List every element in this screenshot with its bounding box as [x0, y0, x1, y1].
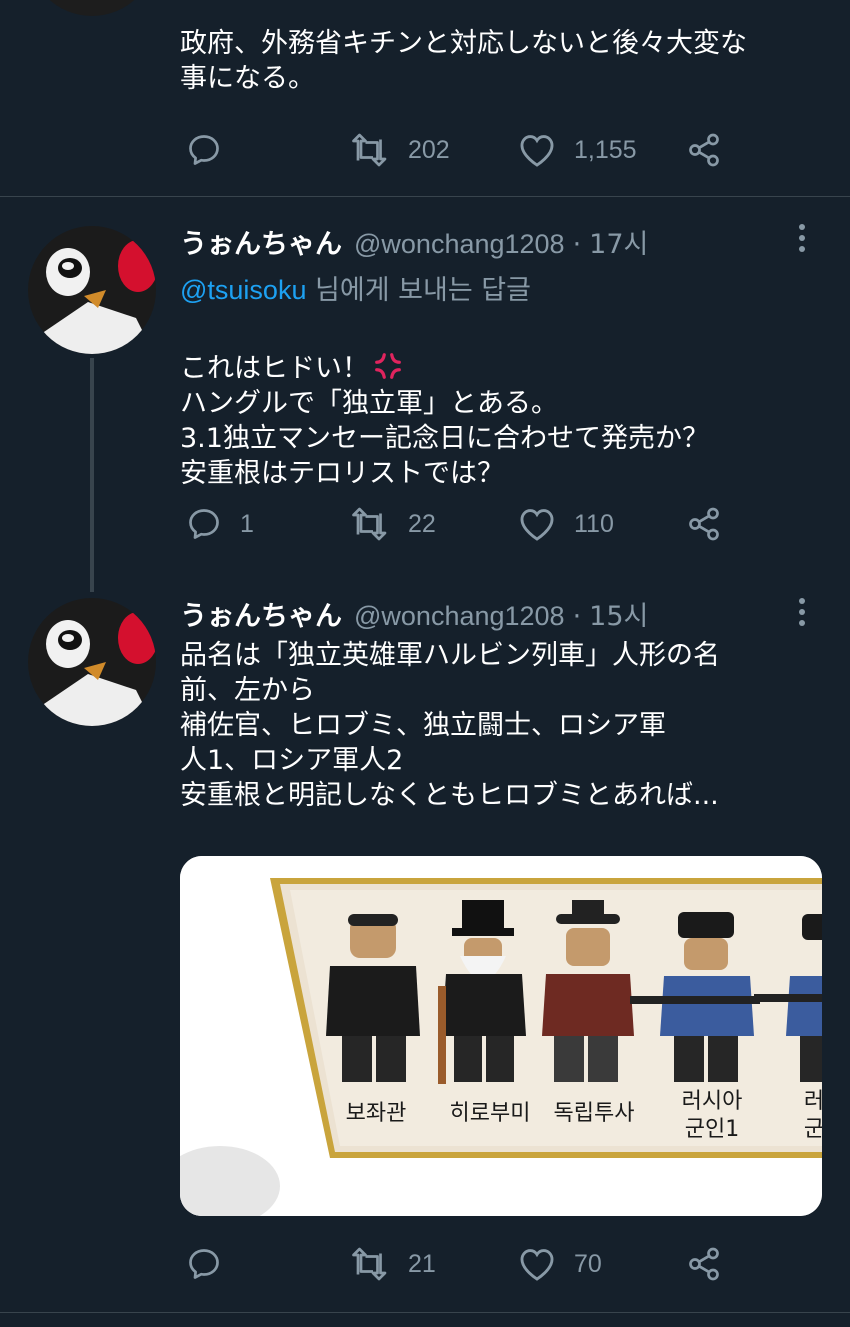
retweet-button[interactable]: 21: [350, 1246, 436, 1282]
timestamp[interactable]: 17시: [589, 222, 648, 261]
like-count: 70: [574, 1249, 602, 1278]
reply-button[interactable]: [186, 1246, 222, 1282]
retweet-count: 21: [408, 1249, 436, 1278]
penguin-avatar-icon: [28, 226, 156, 354]
share-icon: [689, 507, 719, 541]
heart-icon: [520, 509, 554, 541]
tweet-divider: [0, 196, 850, 197]
avatar-partial[interactable]: [28, 0, 156, 16]
figure-label-1: 보좌관: [346, 1101, 407, 1126]
tweet-text: 品名は「独立英雄軍ハルビン列車」人形の名 前、左から 補佐官、ヒロブミ、独立闘士…: [180, 640, 720, 811]
retweet-icon: [352, 133, 387, 167]
reply-mention-link[interactable]: @tsuisoku: [180, 275, 306, 305]
display-name[interactable]: うぉんちゃん: [180, 594, 342, 633]
dot-icon: [799, 224, 805, 230]
figure-label-3: 독립투사: [554, 1101, 635, 1126]
dot-icon: [799, 246, 805, 252]
retweet-count: 22: [408, 509, 436, 538]
anger-emoji-icon: [375, 353, 401, 379]
like-count: 110: [574, 509, 614, 538]
tweet-divider: [0, 1312, 850, 1313]
more-options-button[interactable]: [796, 224, 808, 252]
tweet-text: 政府、外務省キチンと対応しないと後々大変な 事になる。: [180, 28, 747, 94]
retweet-icon: [352, 1247, 387, 1281]
reply-icon: [189, 509, 219, 539]
like-button[interactable]: 70: [518, 1246, 602, 1282]
penguin-avatar-icon: [28, 598, 156, 726]
timestamp[interactable]: 15시: [589, 594, 648, 633]
user-handle[interactable]: @wonchang1208: [354, 229, 565, 260]
retweet-button[interactable]: 202: [350, 132, 450, 168]
display-name[interactable]: うぉんちゃん: [180, 222, 342, 261]
like-button[interactable]: 1,155: [518, 132, 637, 168]
reply-icon: [189, 1249, 219, 1279]
replying-to: @tsuisoku 님에게 보내는 답글: [180, 268, 531, 307]
retweet-icon: [352, 507, 387, 541]
separator-dot: ·: [572, 601, 582, 632]
user-handle[interactable]: @wonchang1208: [354, 601, 565, 632]
share-icon: [689, 133, 719, 167]
more-options-button[interactable]: [796, 598, 808, 626]
reply-icon: [189, 135, 219, 165]
dot-icon: [799, 609, 805, 615]
tweet-text-line1: これはヒドい！: [180, 353, 369, 384]
reply-count: 1: [240, 509, 254, 538]
toy-figures-image: 보좌관 히로부미 독립투사 러시아 군인1 러군: [180, 856, 822, 1216]
reply-button[interactable]: [186, 132, 222, 168]
heart-icon: [520, 135, 554, 167]
share-button[interactable]: [686, 506, 722, 542]
like-button[interactable]: 110: [518, 506, 614, 542]
tweet-text-body: ハングルで「独立軍」とある。 3.1独立マンセー記念日に合わせて発売か？ 安重根…: [180, 388, 709, 489]
reply-button[interactable]: 1: [186, 506, 254, 542]
heart-icon: [520, 1249, 554, 1281]
share-icon: [689, 1247, 719, 1281]
dot-icon: [799, 598, 805, 604]
thread-line: [90, 358, 94, 592]
separator-dot: ·: [572, 229, 582, 260]
avatar[interactable]: [28, 226, 156, 354]
tweet-media-image[interactable]: 보좌관 히로부미 독립투사 러시아 군인1 러군: [180, 856, 822, 1216]
avatar[interactable]: [28, 598, 156, 726]
tweet-header: うぉんちゃん @wonchang1208 · 17시: [180, 222, 648, 261]
tweet-text: これはヒドい！ ハングルで「独立軍」とある。 3.1独立マンセー記念日に合わせて…: [180, 316, 820, 526]
figure-label-2: 히로부미: [450, 1101, 531, 1126]
dot-icon: [799, 235, 805, 241]
like-count: 1,155: [574, 135, 637, 164]
reply-suffix: 님에게 보내는 답글: [306, 275, 531, 306]
dot-icon: [799, 620, 805, 626]
share-button[interactable]: [686, 1246, 722, 1282]
retweet-button[interactable]: 22: [350, 506, 436, 542]
tweet-header: うぉんちゃん @wonchang1208 · 15시: [180, 594, 648, 633]
retweet-count: 202: [408, 135, 450, 164]
share-button[interactable]: [686, 132, 722, 168]
